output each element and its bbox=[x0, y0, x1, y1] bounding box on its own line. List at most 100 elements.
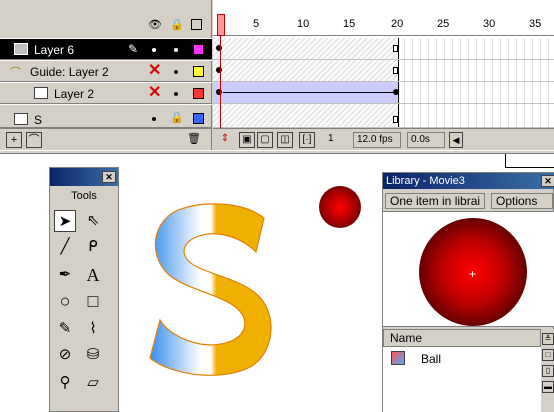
outline-square-icon[interactable] bbox=[191, 19, 202, 30]
scroll-left-icon[interactable]: ◀ bbox=[449, 132, 463, 148]
pencil-tool-icon[interactable]: ✎ bbox=[54, 318, 76, 340]
frame-row[interactable] bbox=[213, 82, 554, 104]
s-shape[interactable] bbox=[144, 198, 278, 380]
layer-row-guide-layer-2[interactable]: ⌒ Guide: Layer 2 ✕ bbox=[0, 60, 212, 82]
name-column-header[interactable]: Name bbox=[383, 329, 541, 347]
tools-panel: ✕ Tools ➤ ⇖ ╱ ᑭ ✒ A ○ □ ✎ ⌇ ⊘ ⛁ ⚲ ▱ bbox=[49, 167, 119, 412]
sort-order-icon[interactable]: ≚ bbox=[542, 333, 554, 345]
keyframe[interactable] bbox=[393, 89, 399, 95]
keyframe[interactable] bbox=[216, 67, 222, 73]
lock-icon[interactable]: 🔒 bbox=[170, 111, 184, 125]
hidden-x-icon[interactable]: ✕ bbox=[148, 84, 161, 102]
ball-instance[interactable] bbox=[319, 186, 361, 228]
lock-dot[interactable] bbox=[174, 70, 178, 74]
tools-titlebar[interactable]: ✕ bbox=[50, 168, 118, 186]
layer-list: 👁 🔒 Layer 6 ✎ ⌒ Guide: Layer 2 ✕ Layer 2… bbox=[0, 0, 212, 150]
panel-separator[interactable] bbox=[0, 150, 554, 154]
outline-color-box[interactable] bbox=[193, 44, 204, 55]
layer-name: Guide: Layer 2 bbox=[30, 65, 109, 79]
library-item-ball[interactable]: Ball bbox=[383, 349, 541, 369]
library-panel: Library - Movie3 ✕ One item in librai Op… bbox=[382, 172, 554, 412]
eraser-tool-icon[interactable]: ▱ bbox=[82, 372, 104, 394]
line-tool-icon[interactable]: ╱ bbox=[54, 236, 76, 258]
trash-icon[interactable]: 🗑 bbox=[186, 132, 202, 148]
playhead-line bbox=[220, 36, 221, 128]
frame-row[interactable] bbox=[213, 104, 554, 128]
layer-icon bbox=[34, 87, 48, 99]
frame-rate[interactable]: 12.0 fps bbox=[353, 132, 401, 148]
lock-icon[interactable]: 🔒 bbox=[170, 18, 184, 32]
keyframe[interactable] bbox=[216, 89, 222, 95]
add-guide-layer-icon[interactable]: ⌒ bbox=[26, 132, 42, 148]
arrow-tool-icon[interactable]: ➤ bbox=[54, 210, 76, 232]
end-frame[interactable] bbox=[393, 45, 398, 52]
edit-multiple-frames-icon[interactable]: ◫ bbox=[277, 132, 293, 148]
registration-point-icon: + bbox=[469, 267, 477, 281]
library-item-name: Ball bbox=[421, 352, 442, 366]
visible-dot[interactable] bbox=[152, 117, 156, 121]
guide-layer-icon: ⌒ bbox=[10, 67, 21, 79]
lasso-tool-icon[interactable]: ᑭ bbox=[82, 236, 104, 258]
ruler-number: 25 bbox=[437, 18, 450, 30]
paint-bucket-tool-icon[interactable]: ⛁ bbox=[82, 344, 104, 366]
library-item-count: One item in librai bbox=[385, 193, 485, 209]
modify-markers-icon[interactable]: [·] bbox=[299, 132, 315, 148]
eye-icon[interactable]: 👁 bbox=[148, 18, 162, 32]
ink-bottle-tool-icon[interactable]: ⊘ bbox=[54, 344, 76, 366]
dropper-tool-icon[interactable]: ⚲ bbox=[54, 372, 76, 394]
ruler-number: 20 bbox=[391, 18, 404, 30]
library-preview: + bbox=[383, 211, 554, 327]
brush-tool-icon[interactable]: ⌇ bbox=[82, 318, 104, 340]
wide-state-icon[interactable]: □ bbox=[542, 349, 554, 361]
library-titlebar[interactable]: Library - Movie3 ✕ bbox=[383, 173, 554, 189]
frame-grid: 1 5 10 15 20 25 30 35 bbox=[213, 0, 554, 150]
ruler-number: 35 bbox=[529, 18, 542, 30]
layer-icon bbox=[14, 43, 28, 55]
frame-row[interactable] bbox=[213, 38, 554, 60]
pencil-icon: ✎ bbox=[128, 42, 139, 56]
static-frames bbox=[213, 38, 399, 59]
options-menu-button[interactable]: Options bbox=[491, 193, 553, 209]
text-tool-icon[interactable]: A bbox=[82, 264, 104, 286]
frame-ruler[interactable]: 1 5 10 15 20 25 30 35 bbox=[213, 14, 554, 36]
onion-skin-icon[interactable]: ▣ bbox=[239, 132, 255, 148]
center-frame-icon[interactable]: ⇕ bbox=[217, 132, 233, 148]
end-frame[interactable] bbox=[393, 116, 398, 123]
pen-tool-icon[interactable]: ✒ bbox=[54, 264, 76, 286]
static-frames bbox=[213, 60, 399, 81]
outline-color-box[interactable] bbox=[193, 88, 204, 99]
layer-row-layer-6[interactable]: Layer 6 ✎ bbox=[0, 38, 212, 60]
playhead[interactable] bbox=[217, 14, 225, 36]
layer-toolbar: + ⌒ 🗑 bbox=[0, 128, 212, 150]
ruler-number: 15 bbox=[343, 18, 356, 30]
frame-toolbar: ⇕ ▣ ▢ ◫ [·] 1 12.0 fps 0.0s ◀ bbox=[213, 128, 554, 150]
scroll-arrow-icon[interactable]: ▬ bbox=[542, 381, 554, 393]
ruler-number: 30 bbox=[483, 18, 496, 30]
library-list: Name Ball bbox=[383, 329, 541, 412]
add-layer-icon[interactable]: + bbox=[6, 132, 22, 148]
close-icon[interactable]: ✕ bbox=[102, 171, 116, 183]
tween-arrow bbox=[223, 92, 393, 93]
outline-color-box[interactable] bbox=[193, 66, 204, 77]
library-side-buttons: ≚ □ ▯ ▬ bbox=[541, 329, 554, 412]
layer-row-s[interactable]: S 🔒 bbox=[0, 104, 212, 128]
lock-dot[interactable] bbox=[174, 48, 178, 52]
rectangle-tool-icon[interactable]: □ bbox=[82, 290, 104, 312]
outline-color-box[interactable] bbox=[193, 113, 204, 124]
layer-row-layer-2[interactable]: Layer 2 ✕ bbox=[0, 82, 212, 104]
keyframe[interactable] bbox=[216, 45, 222, 51]
visible-dot[interactable] bbox=[152, 48, 156, 52]
oval-tool-icon[interactable]: ○ bbox=[54, 290, 76, 312]
layer-icon bbox=[14, 113, 28, 125]
tools-title: Tools bbox=[71, 190, 97, 202]
stage-border bbox=[505, 167, 554, 168]
subselect-tool-icon[interactable]: ⇖ bbox=[82, 210, 104, 232]
close-icon[interactable]: ✕ bbox=[541, 175, 554, 187]
lock-dot[interactable] bbox=[174, 92, 178, 96]
layer-name: Layer 2 bbox=[54, 87, 95, 101]
onion-outline-icon[interactable]: ▢ bbox=[257, 132, 273, 148]
hidden-x-icon[interactable]: ✕ bbox=[148, 62, 161, 80]
frame-row[interactable] bbox=[213, 60, 554, 82]
narrow-state-icon[interactable]: ▯ bbox=[542, 365, 554, 377]
end-frame[interactable] bbox=[393, 67, 398, 74]
